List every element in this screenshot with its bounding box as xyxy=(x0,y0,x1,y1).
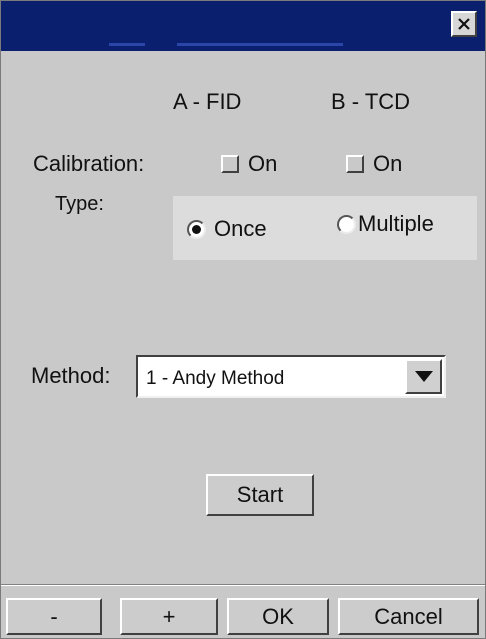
checkbox-label: On xyxy=(373,151,403,176)
type-label: Type: xyxy=(55,193,104,215)
radio-multiple[interactable]: Multiple xyxy=(337,211,434,237)
checkbox-label: On xyxy=(248,151,278,176)
column-header-a: A - FID xyxy=(173,89,242,114)
close-icon xyxy=(458,18,470,30)
calibration-b-checkbox[interactable]: On xyxy=(346,151,402,177)
title-bar-decoration xyxy=(177,43,343,46)
ok-button[interactable]: OK xyxy=(227,598,329,635)
dropdown-button[interactable] xyxy=(405,359,442,394)
method-label: Method: xyxy=(31,363,111,388)
cancel-button[interactable]: Cancel xyxy=(338,598,479,635)
checkbox-box[interactable] xyxy=(346,155,364,173)
method-dropdown[interactable]: 1 - Andy Method xyxy=(136,355,446,398)
button-bar-divider xyxy=(1,584,485,586)
radio-label: Once xyxy=(214,216,267,241)
method-selected-value: 1 - Andy Method xyxy=(146,368,285,389)
radio-once[interactable]: Once xyxy=(187,216,267,242)
start-button[interactable]: Start xyxy=(206,474,314,516)
radio-indicator[interactable] xyxy=(337,214,356,234)
close-button[interactable] xyxy=(451,11,477,37)
radio-label: Multiple xyxy=(358,211,434,236)
checkbox-box[interactable] xyxy=(221,155,239,173)
calibration-dialog: A - FID B - TCD Calibration: On On Type:… xyxy=(0,0,486,639)
decrease-button[interactable]: - xyxy=(6,598,102,635)
title-bar-decoration xyxy=(109,43,145,46)
calibration-label: Calibration: xyxy=(33,151,145,176)
radio-indicator[interactable] xyxy=(187,219,206,239)
chevron-down-icon xyxy=(414,371,433,382)
increase-button[interactable]: + xyxy=(120,598,218,635)
title-bar[interactable] xyxy=(1,1,485,51)
calibration-a-checkbox[interactable]: On xyxy=(221,151,277,177)
column-header-b: B - TCD xyxy=(331,89,411,114)
